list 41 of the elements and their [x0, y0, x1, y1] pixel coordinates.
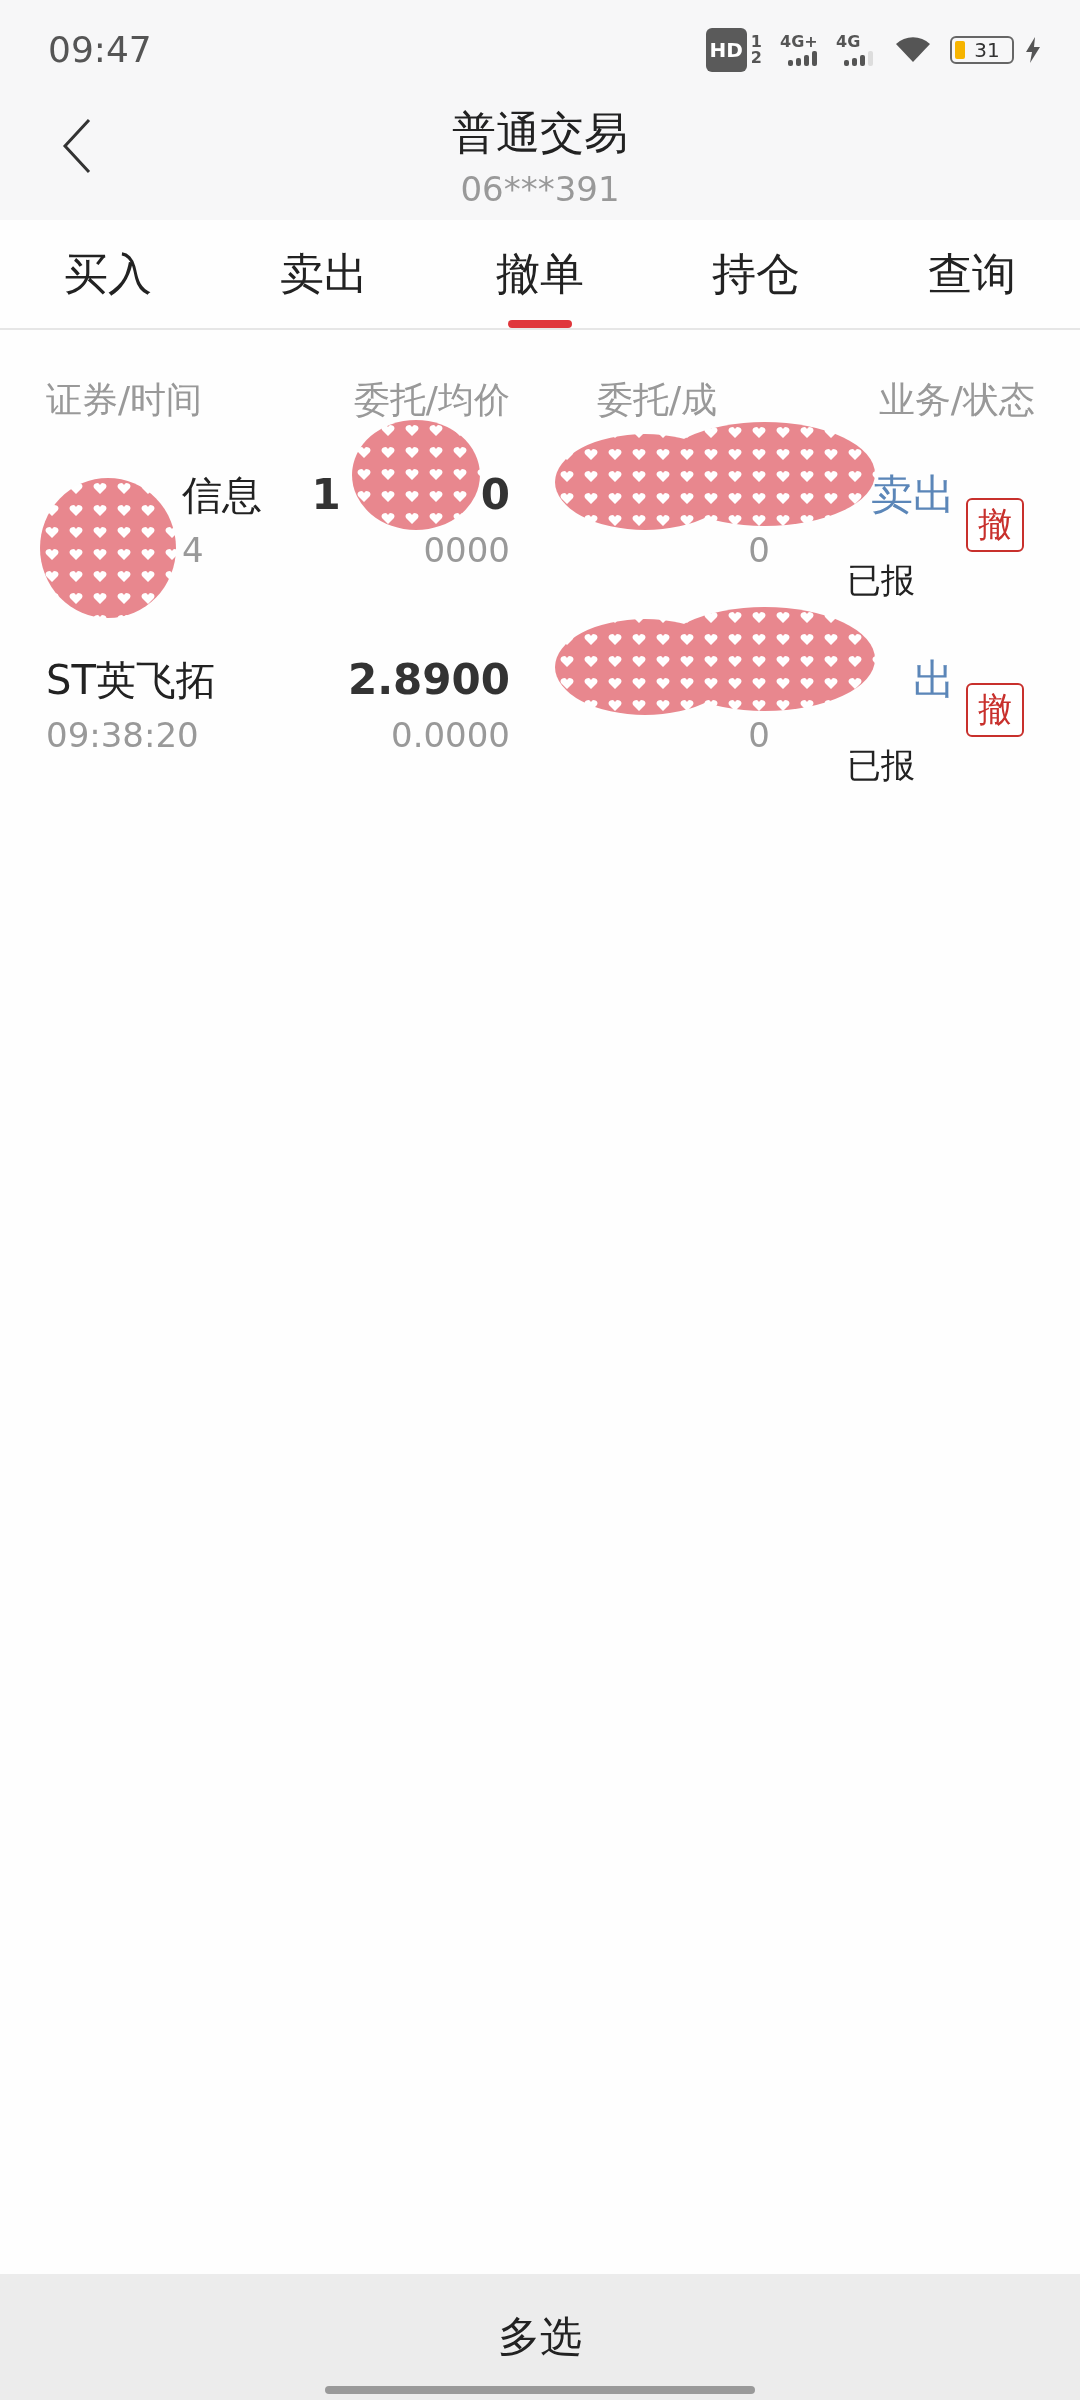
average-price: 0000	[423, 530, 510, 570]
status-time: 09:47	[48, 30, 152, 70]
signal-icon	[788, 50, 818, 66]
stock-name: ST英飞拓	[46, 656, 217, 705]
multi-select-button[interactable]: 多选	[0, 2274, 1080, 2400]
order-status: 已报	[846, 559, 916, 602]
order-side: 出	[913, 655, 955, 705]
filled-quantity: 0	[748, 715, 770, 755]
column-header: 业务/状态	[878, 377, 1035, 422]
tab[interactable]: 卖出	[234, 220, 414, 328]
cancel-button[interactable]: 撤	[966, 498, 1024, 552]
signal-icon	[844, 50, 874, 66]
order-price: 2.8900	[347, 655, 510, 705]
stock-name: 信息	[182, 471, 263, 520]
tab[interactable]: 撤单	[450, 220, 630, 328]
page-title: 普通交易	[452, 105, 628, 160]
wifi-icon	[896, 37, 930, 63]
tab[interactable]: 查询	[882, 220, 1062, 328]
network-type: 4G	[836, 34, 861, 50]
sim-number: 2	[750, 50, 762, 66]
sim-number: 1	[750, 34, 762, 50]
tab[interactable]: 持仓	[666, 220, 846, 328]
battery-icon: 31	[950, 36, 1014, 64]
order-side: 卖出	[871, 470, 955, 520]
charging-icon	[1026, 37, 1040, 63]
order-price: 1	[311, 470, 341, 520]
back-icon[interactable]	[62, 118, 92, 174]
column-header: 委托/成	[597, 377, 718, 422]
tab[interactable]: 买入	[18, 220, 198, 328]
order-status: 已报	[846, 744, 916, 787]
hd-voice-badge: HD	[705, 28, 747, 72]
average-price: 0.0000	[391, 715, 510, 755]
column-header: 委托/均价	[352, 377, 510, 422]
filled-quantity: 0	[748, 530, 770, 570]
account-number: 06***391	[460, 168, 620, 209]
column-header: 证券/时间	[46, 377, 204, 422]
cancel-button[interactable]: 撤	[966, 683, 1024, 737]
order-price: 0	[480, 470, 510, 520]
order-time: 09:38:20	[46, 715, 200, 755]
network-type: 4G+	[780, 34, 818, 50]
order-time: 4	[182, 530, 205, 570]
